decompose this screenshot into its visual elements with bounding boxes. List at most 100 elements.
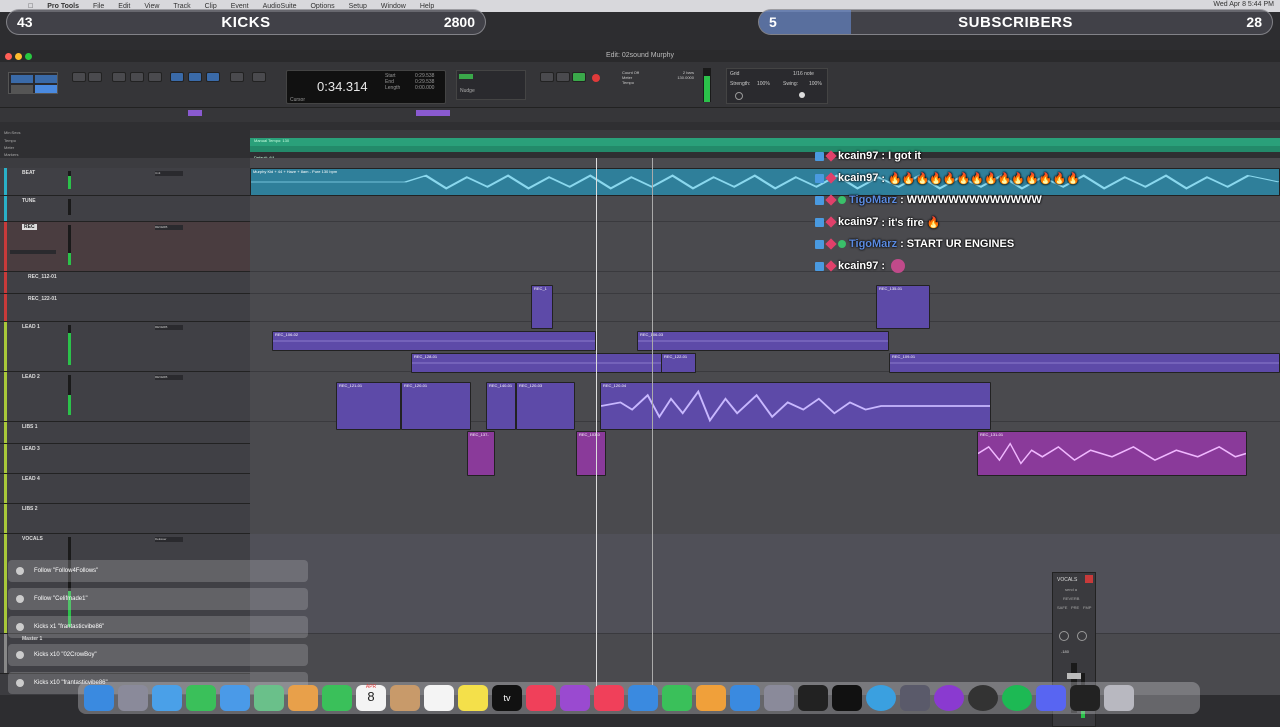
pre-button[interactable]: PRE <box>1071 605 1079 610</box>
fader-handle[interactable] <box>1067 673 1081 679</box>
pencil-tool-button[interactable] <box>252 72 266 82</box>
spot-mode-button[interactable] <box>35 75 57 83</box>
track-name[interactable]: LEAD 4 <box>22 476 40 482</box>
calendar-icon[interactable]: APR 8 <box>356 685 386 711</box>
pages-icon[interactable] <box>696 685 726 711</box>
trim-tool-button[interactable] <box>170 72 184 82</box>
track-header[interactable]: REC_122-01 <box>0 294 250 322</box>
swing-value[interactable]: 100% <box>809 81 822 87</box>
launchpad-icon[interactable] <box>118 685 148 711</box>
contacts-icon[interactable] <box>390 685 420 711</box>
audio-clip[interactable]: REC_131-01 <box>977 431 1247 476</box>
safe-button[interactable]: SAFE <box>1057 605 1067 610</box>
track-name[interactable]: REC_112-01 <box>28 274 57 280</box>
track-insert[interactable]: Unit <box>155 171 183 176</box>
cycle-icon[interactable] <box>866 685 896 711</box>
track-name[interactable]: REC <box>22 224 37 230</box>
track-name[interactable]: BEAT <box>22 170 35 176</box>
play-button[interactable] <box>572 72 586 82</box>
audio-clip[interactable]: REC_120-03 <box>516 382 575 430</box>
tempo-value[interactable]: 130.0000 <box>658 75 694 80</box>
grid-mode-button[interactable] <box>35 85 57 93</box>
apple-tv-icon[interactable]: tv <box>492 685 522 711</box>
track-name[interactable]: LIBS 2 <box>22 506 38 512</box>
edit-mode-selector[interactable] <box>8 72 58 94</box>
photos-icon[interactable] <box>288 685 318 711</box>
track-name[interactable]: LEAD 2 <box>22 374 40 380</box>
zoom-out-button[interactable] <box>72 72 86 82</box>
pro-tools-icon[interactable] <box>934 685 964 711</box>
keynote-icon[interactable] <box>628 685 658 711</box>
audio-clip[interactable]: REC_120-04 <box>600 382 991 430</box>
track-name[interactable]: REC_122-01 <box>28 296 57 302</box>
track-name[interactable]: VOCALS <box>22 536 43 542</box>
close-icon[interactable] <box>1085 575 1093 583</box>
audio-clip[interactable]: REC_140-01 <box>486 382 516 430</box>
maps-icon[interactable] <box>254 685 284 711</box>
universe-view[interactable] <box>0 108 1280 122</box>
audio-clip[interactable]: REC_135-01 <box>876 285 930 329</box>
main-counter[interactable]: 0:34.314 Start End Length 0:29.538 0:29.… <box>286 70 446 104</box>
track-header[interactable]: LEAD 2 REVERB <box>0 372 250 422</box>
close-window-button[interactable] <box>5 53 12 60</box>
mail-icon[interactable] <box>220 685 250 711</box>
music-icon[interactable] <box>526 685 556 711</box>
audio-clip[interactable]: REC_122-01 <box>661 353 696 373</box>
audio-clip[interactable]: REC_1 <box>531 285 553 329</box>
track-name[interactable]: LIBS 1 <box>22 424 38 430</box>
audio-clip[interactable]: REC_106-03 <box>637 331 889 351</box>
playhead-cursor[interactable] <box>596 158 597 695</box>
audio-clip[interactable]: REC_106-02 <box>272 331 596 351</box>
zoom-window-button[interactable] <box>25 53 32 60</box>
track-header[interactable]: LIBS 2 <box>0 504 250 534</box>
track-header[interactable]: LEAD 1 REVERB <box>0 322 250 372</box>
search-icon[interactable] <box>735 92 743 100</box>
audio-clip[interactable]: REC_120-01 <box>401 382 471 430</box>
level-readout[interactable]: -180 <box>1061 649 1069 654</box>
track-insert[interactable]: DeEsser <box>155 537 183 542</box>
reminders-icon[interactable] <box>424 685 454 711</box>
track-name[interactable]: LEAD 1 <box>22 324 40 330</box>
logic-icon[interactable] <box>798 685 828 711</box>
track-insert[interactable]: REVERB <box>155 325 183 330</box>
numbers-icon[interactable] <box>662 685 692 711</box>
playlist-selector[interactable] <box>10 250 56 254</box>
podcasts-icon[interactable] <box>560 685 590 711</box>
discord-icon[interactable] <box>1036 685 1066 711</box>
safari-icon[interactable] <box>152 685 182 711</box>
facetime-icon[interactable] <box>322 685 352 711</box>
app-store-icon[interactable] <box>730 685 760 711</box>
track-header-selected[interactable]: REC REVERB <box>0 222 250 272</box>
track-header[interactable]: LEAD 4 <box>0 474 250 504</box>
length-value[interactable]: 0:00.000 <box>415 85 434 91</box>
audio-clip[interactable]: REC_121-01 <box>336 382 401 430</box>
record-button[interactable] <box>592 74 600 82</box>
news-icon[interactable] <box>594 685 624 711</box>
grid-value-dropdown[interactable]: 1/16 note <box>793 71 814 77</box>
track-insert[interactable]: REVERB <box>155 225 183 230</box>
track-header[interactable]: BEAT Unit <box>0 168 250 196</box>
strength-value[interactable]: 100% <box>757 81 770 87</box>
pan-knob-right[interactable] <box>1077 631 1087 641</box>
track-name[interactable]: LEAD 3 <box>22 446 40 452</box>
audio-clip[interactable]: REC_128-01 <box>411 353 696 373</box>
system-settings-icon[interactable] <box>764 685 794 711</box>
trash-icon[interactable] <box>1104 685 1134 711</box>
notes-icon[interactable] <box>458 685 488 711</box>
grid-toggle[interactable] <box>459 74 473 79</box>
shuffle-mode-button[interactable] <box>11 75 33 83</box>
min-secs-ruler[interactable] <box>250 130 1280 138</box>
scrubber-tool-button[interactable] <box>230 72 244 82</box>
audio-clip[interactable]: REC_103-0 <box>576 431 606 476</box>
track-header[interactable]: REC_112-01 <box>0 272 250 294</box>
zoom-preset-button[interactable] <box>112 72 126 82</box>
insert-label[interactable]: REVERB <box>1063 596 1079 601</box>
selector-tool-button[interactable] <box>188 72 202 82</box>
fmp-button[interactable]: FMP <box>1083 605 1091 610</box>
quantize-knob[interactable] <box>799 92 805 98</box>
grabber-tool-button[interactable] <box>206 72 220 82</box>
zoomer-tool-button[interactable] <box>130 72 144 82</box>
spotify-icon[interactable] <box>1002 685 1032 711</box>
audio-clip[interactable]: REC_109-01 <box>889 353 1280 373</box>
track-name[interactable]: TUNE <box>22 198 36 204</box>
